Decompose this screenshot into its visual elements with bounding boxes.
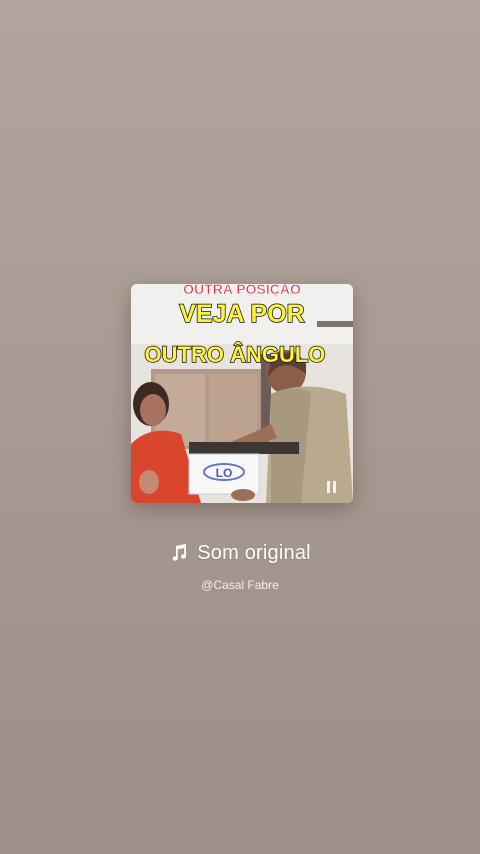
album-cover[interactable]: LO OUTRA POSIÇÃO VEJA POR OUTRO ÂNGULO — [131, 284, 353, 503]
paper-text: LO — [216, 466, 233, 480]
cover-line2: OUTRO ÂNGULO — [145, 342, 326, 367]
pause-icon[interactable] — [327, 481, 339, 493]
artist-handle[interactable]: @Casal Fabre — [0, 578, 480, 592]
cover-line1: VEJA POR — [179, 300, 305, 328]
top-caption: OUTRA POSIÇÃO — [183, 284, 301, 297]
song-title-row[interactable]: Som original — [0, 539, 480, 567]
song-title: Som original — [197, 541, 311, 564]
cover-image: LO OUTRA POSIÇÃO VEJA POR OUTRO ÂNGULO — [131, 284, 353, 503]
music-note-icon — [172, 544, 187, 561]
